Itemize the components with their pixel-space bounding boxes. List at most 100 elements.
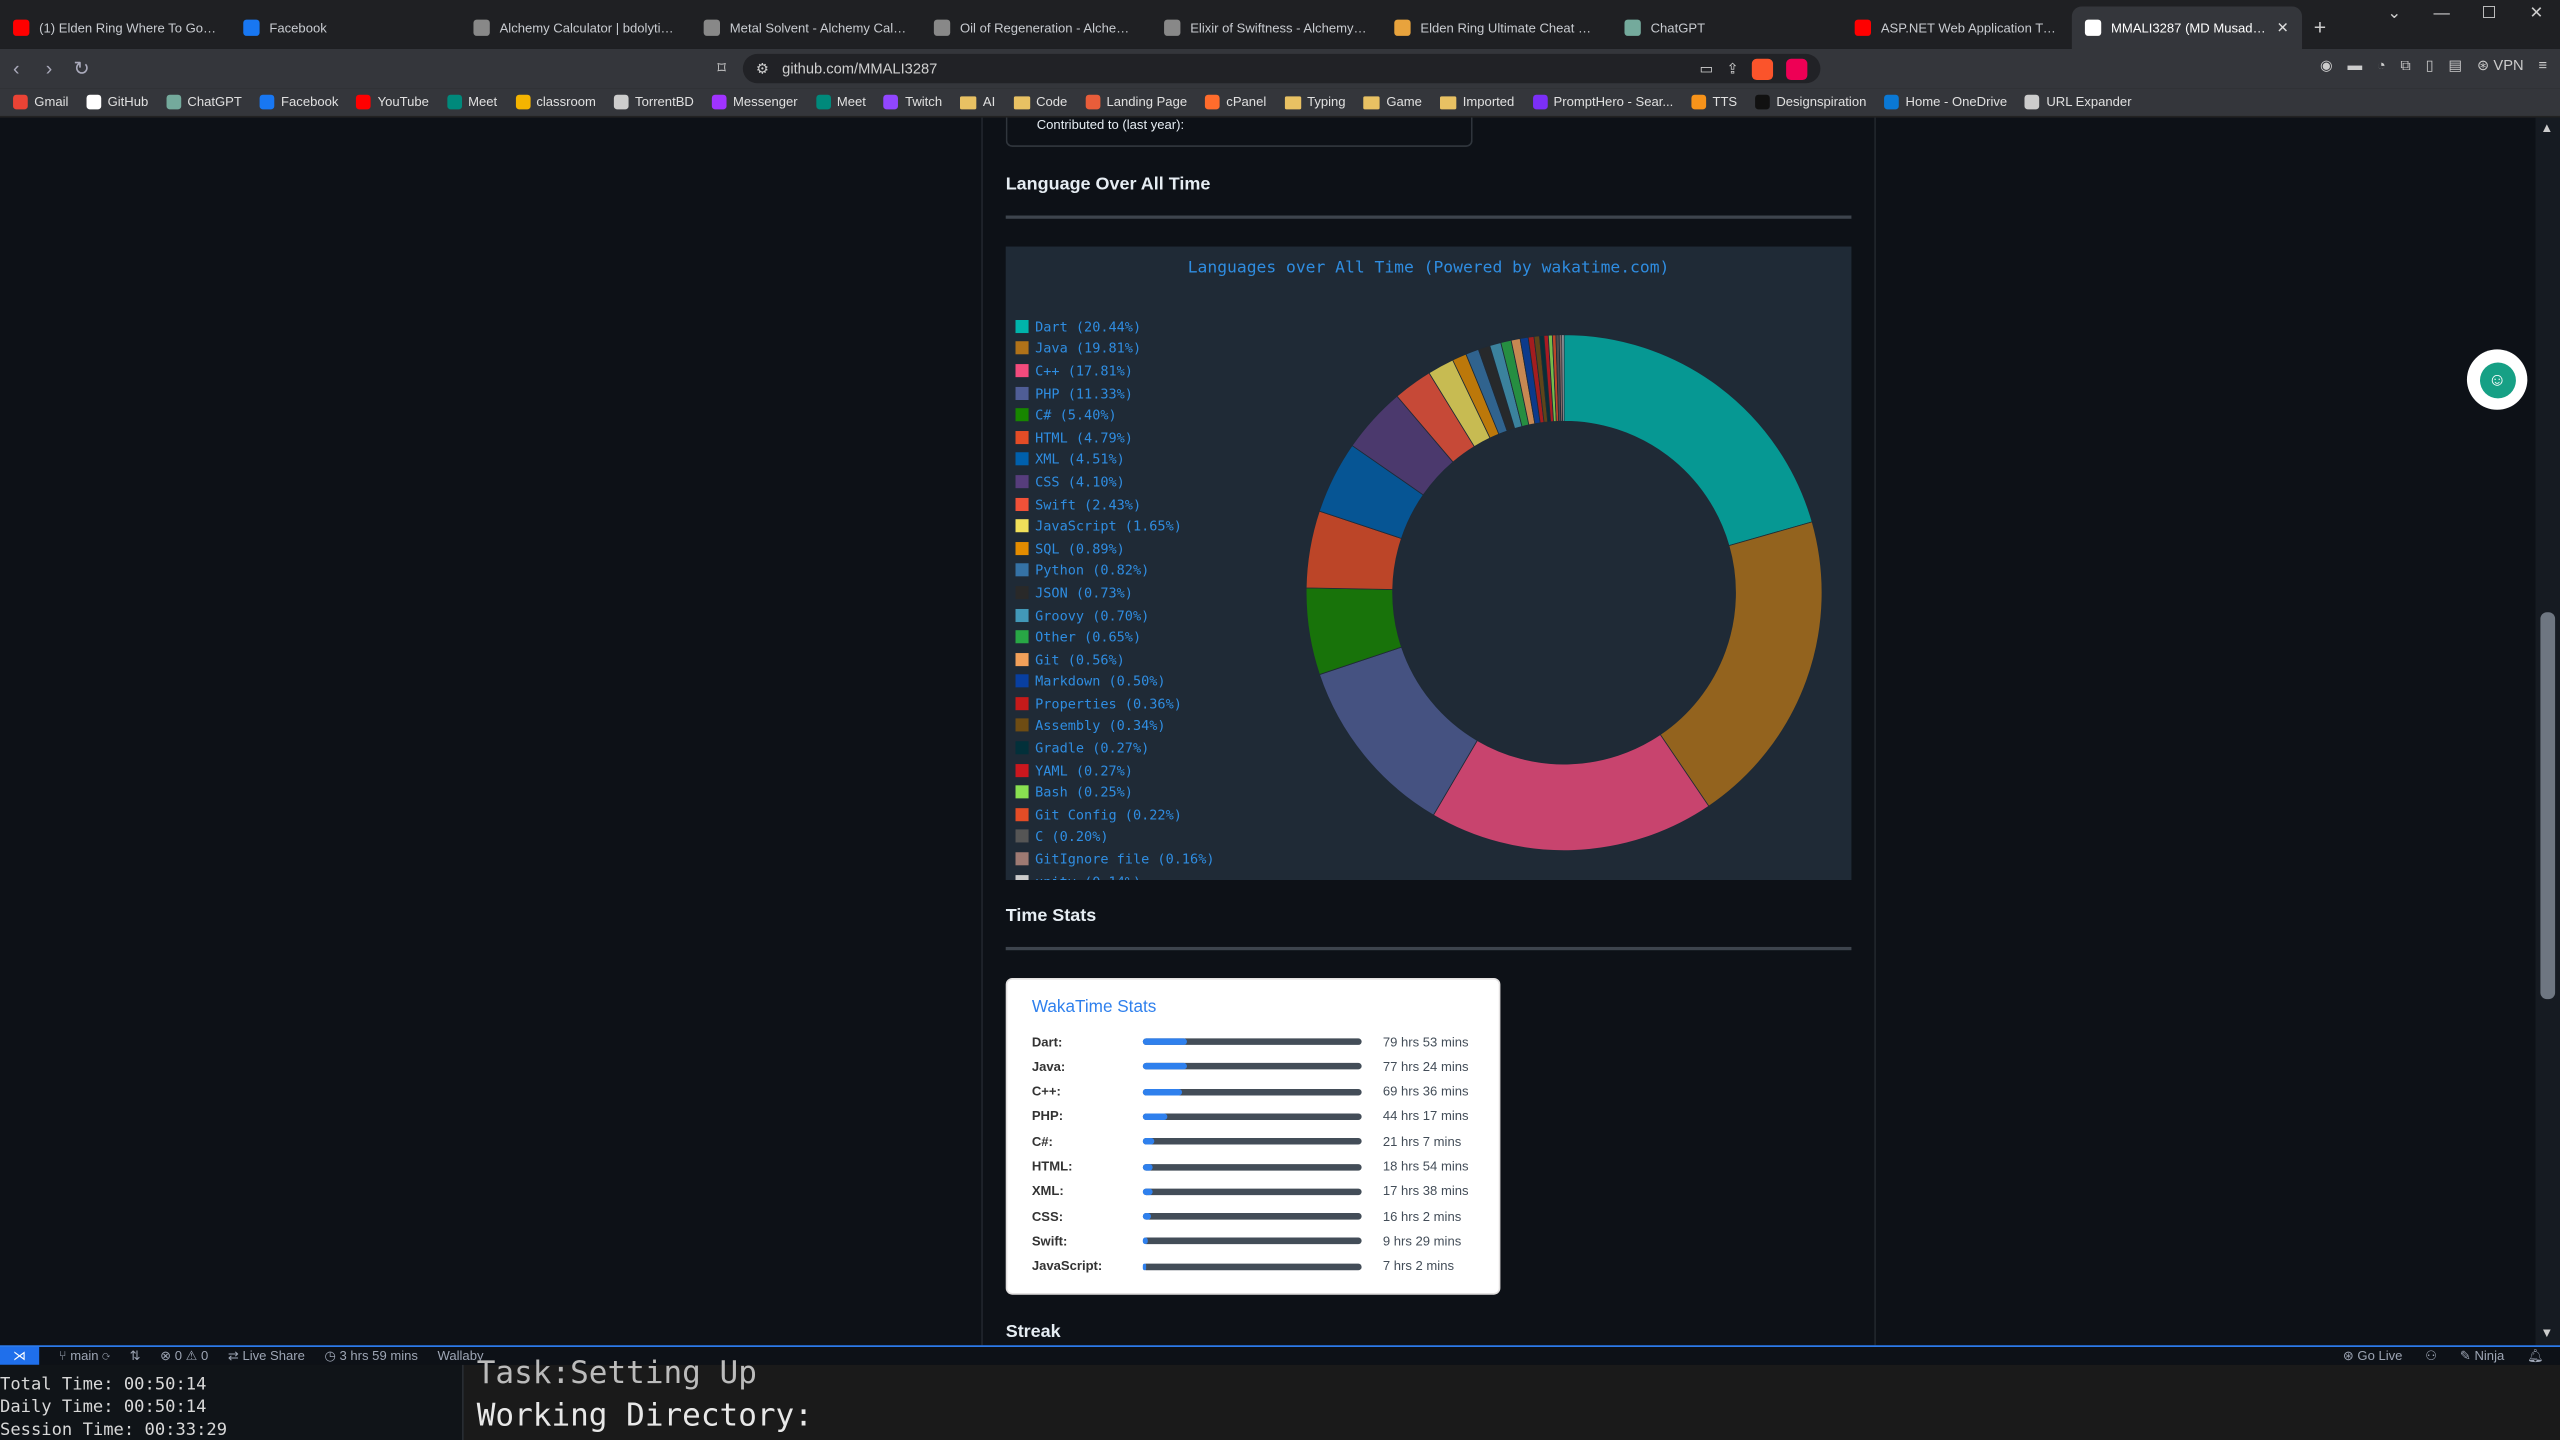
bookmark-item[interactable]: cPanel bbox=[1205, 94, 1266, 110]
bookmark-favicon-icon bbox=[1691, 94, 1706, 110]
browser-tab[interactable]: Facebook bbox=[230, 7, 460, 49]
reload-icon[interactable]: ↻ bbox=[65, 57, 98, 80]
problems-status[interactable]: ⊗ 0 ⚠ 0 bbox=[160, 1349, 208, 1364]
browser-tab[interactable]: ChatGPT bbox=[1611, 7, 1841, 49]
wakatime-row: HTML: 18 hrs 54 mins bbox=[1032, 1157, 1469, 1177]
new-tab-icon[interactable]: + bbox=[2302, 7, 2338, 49]
go-live-button[interactable]: ⊛ Go Live bbox=[2343, 1347, 2403, 1365]
copilot-icon[interactable]: ⚇ bbox=[2425, 1347, 2437, 1365]
legend-swatch bbox=[1015, 341, 1029, 355]
remote-icon[interactable]: ⋊ bbox=[0, 1346, 40, 1365]
page-scrollbar[interactable]: ▲ ▼ bbox=[2535, 117, 2560, 1346]
brave-rewards-icon[interactable] bbox=[1786, 57, 1808, 80]
browser-tab[interactable]: Oil of Regeneration - Alchemy Cal bbox=[921, 7, 1151, 49]
site-info-icon[interactable]: ⚙ bbox=[756, 60, 769, 78]
bookmark-icon[interactable]: ⌑ bbox=[710, 60, 733, 78]
extension-icon[interactable]: ◔ bbox=[2377, 57, 2386, 75]
alchemy-icon bbox=[703, 19, 720, 36]
bookmark-item[interactable]: TorrentBD bbox=[613, 94, 694, 110]
browser-tab[interactable]: Metal Solvent - Alchemy Calculato bbox=[691, 7, 921, 49]
browser-tab[interactable]: MMALI3287 (MD Musaddique ✕ bbox=[2071, 6, 2303, 49]
wakatime-status[interactable]: ◷ 3 hrs 59 mins bbox=[324, 1349, 417, 1364]
bookmark-item[interactable]: Twitch bbox=[883, 94, 942, 110]
scroll-down-icon[interactable]: ▼ bbox=[2540, 1326, 2553, 1341]
extension-icon[interactable]: ◉ bbox=[2320, 57, 2333, 75]
bookmark-item[interactable]: YouTube bbox=[356, 94, 429, 110]
bookmark-item[interactable]: Designspiration bbox=[1755, 94, 1866, 110]
bookmark-item[interactable]: ChatGPT bbox=[166, 94, 242, 110]
extensions-puzzle-icon[interactable]: ⧉ bbox=[2400, 57, 2411, 75]
bookmark-item[interactable]: Meet bbox=[815, 94, 866, 110]
browser-tab[interactable]: Elixir of Swiftness - Alchemy Calcul bbox=[1151, 7, 1381, 49]
bookmark-item[interactable]: URL Expander bbox=[2025, 94, 2132, 110]
url-field[interactable]: ⚙ github.com/MMALI3287 ▭ ⇪ bbox=[742, 53, 1821, 84]
scrollbar-thumb[interactable] bbox=[2540, 612, 2556, 1000]
bookmark-favicon-icon bbox=[1755, 94, 1770, 110]
bookmark-item[interactable]: Meet bbox=[446, 94, 497, 110]
bookmark-item[interactable]: Game bbox=[1363, 95, 1422, 109]
bookmark-item[interactable]: Facebook bbox=[259, 94, 338, 110]
bookmark-item[interactable]: classroom bbox=[515, 94, 596, 110]
sync-icon[interactable]: ⇅ bbox=[130, 1349, 141, 1364]
wallet-icon[interactable]: ▤ bbox=[2448, 57, 2462, 75]
legend-label: Java (19.81%) bbox=[1035, 340, 1142, 357]
tab-title: ASP.NET Web Application Tutorial bbox=[1880, 20, 2059, 36]
vpn-button[interactable]: ⊛ VPN bbox=[2477, 57, 2524, 75]
vpn-label: VPN bbox=[2493, 57, 2524, 74]
browser-tab[interactable]: (1) Elden Ring Where To Go First | bbox=[0, 7, 230, 49]
legend-label: C++ (17.81%) bbox=[1035, 362, 1133, 379]
share-icon[interactable]: ⇪ bbox=[1726, 60, 1738, 78]
contribution-box: Contributed to (last year): bbox=[1005, 117, 1473, 147]
url-text: github.com/MMALI3287 bbox=[782, 60, 938, 77]
tab-search-icon[interactable]: ⌄ bbox=[2371, 0, 2418, 29]
bookmark-item[interactable]: TTS bbox=[1691, 94, 1737, 110]
bookmark-item[interactable]: AI bbox=[960, 95, 995, 109]
legend-swatch bbox=[1015, 719, 1029, 733]
bookmark-item[interactable]: Messenger bbox=[711, 94, 798, 110]
close-icon[interactable]: ✕ bbox=[2513, 0, 2560, 29]
bookmark-item[interactable]: Landing Page bbox=[1085, 94, 1187, 110]
forward-icon[interactable]: › bbox=[33, 57, 66, 80]
legend-label: Groovy (0.70%) bbox=[1035, 606, 1150, 623]
maximize-icon[interactable]: ☐ bbox=[2465, 0, 2512, 29]
back-icon[interactable]: ‹ bbox=[0, 57, 33, 80]
status-bar: ⋊ ⑂ main ⟳ ⇅ ⊗ 0 ⚠ 0 ⇄ Live Share ◷ 3 hr… bbox=[0, 1345, 2560, 1365]
browser-tab[interactable]: Alchemy Calculator | bdolytics - Th bbox=[460, 7, 690, 49]
bookmark-item[interactable]: GitHub bbox=[86, 94, 148, 110]
legend-item: JSON (0.73%) bbox=[1015, 581, 1215, 603]
menu-icon[interactable]: ≡ bbox=[2538, 57, 2547, 75]
branch-status[interactable]: ⑂ main ⟳ bbox=[59, 1349, 110, 1364]
bookmark-item[interactable]: Home - OneDrive bbox=[1884, 94, 2007, 110]
sidebar-icon[interactable]: ▯ bbox=[2426, 57, 2434, 75]
legend-item: Other (0.65%) bbox=[1015, 626, 1215, 648]
browser-tab[interactable]: Elden Ring Ultimate Cheat Engine bbox=[1381, 7, 1611, 49]
bookmark-label: Imported bbox=[1462, 94, 1515, 110]
scroll-up-icon[interactable]: ▲ bbox=[2540, 121, 2553, 136]
legend-label: Gradle (0.27%) bbox=[1035, 739, 1150, 757]
wakatime-language: XML: bbox=[1031, 1184, 1064, 1199]
wakatime-row: Swift: 9 hrs 29 mins bbox=[1032, 1232, 1461, 1252]
cast-icon[interactable]: ▭ bbox=[1699, 60, 1713, 78]
legend-label: SQL (0.89%) bbox=[1035, 539, 1125, 557]
bookmark-item[interactable]: Code bbox=[1013, 95, 1067, 109]
brave-shields-icon[interactable] bbox=[1751, 57, 1774, 80]
wakatime-progress-fill bbox=[1142, 1088, 1182, 1095]
extension-icon[interactable]: ▬ bbox=[2347, 57, 2362, 75]
live-share-button[interactable]: ⇄ Live Share bbox=[228, 1349, 305, 1364]
minimize-icon[interactable]: — bbox=[2418, 0, 2465, 29]
bookmark-item[interactable]: Imported bbox=[1439, 94, 1515, 110]
notifications-icon[interactable]: 🔔︎ bbox=[2527, 1347, 2544, 1365]
ninja-status[interactable]: ✎ Ninja bbox=[2460, 1347, 2504, 1365]
wakatime-progress-bar bbox=[1142, 1188, 1362, 1195]
bookmark-item[interactable]: Gmail bbox=[13, 94, 68, 110]
close-tab-icon[interactable]: ✕ bbox=[2277, 19, 2289, 37]
browser-tab[interactable]: ASP.NET Web Application Tutorial bbox=[1842, 7, 2072, 49]
bookmark-item[interactable]: Typing bbox=[1284, 95, 1346, 109]
bookmark-item[interactable]: PromptHero - Sear... bbox=[1532, 94, 1673, 110]
wakatime-language: JavaScript: bbox=[1031, 1259, 1103, 1274]
tab-title: Elixir of Swiftness - Alchemy Calcul bbox=[1190, 20, 1368, 36]
wakatime-progress-fill bbox=[1142, 1138, 1155, 1145]
assistant-float-button[interactable]: ☺ bbox=[2466, 349, 2528, 410]
bookmark-favicon-icon bbox=[883, 94, 899, 110]
legend-item: Groovy (0.70%) bbox=[1015, 604, 1215, 626]
